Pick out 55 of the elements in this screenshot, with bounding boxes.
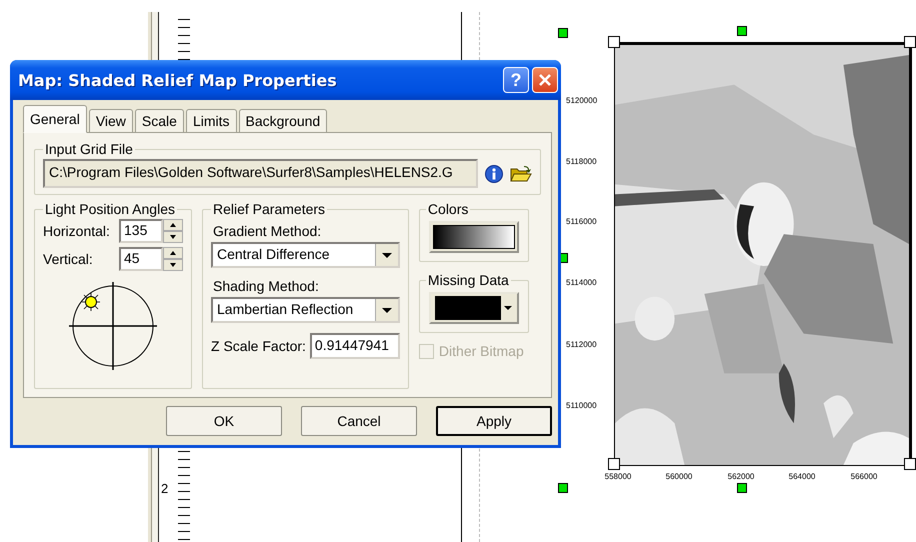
dialog-button[interactable]: Apply [436,406,552,436]
dropdown[interactable]: Lambertian Reflection [211,297,400,323]
group-label: Relief Parameters [212,201,326,217]
group-label: Missing Data [426,272,510,288]
field-label: Shading Method: [213,278,320,294]
group-label: Light Position Angles [44,201,176,217]
axis-label: 5118000 [566,157,597,167]
spin-buttons[interactable] [163,219,183,243]
close-button[interactable] [532,67,558,93]
corner-handle[interactable] [904,458,916,470]
tab[interactable]: Scale [134,109,184,132]
axis-label: 560000 [664,472,694,482]
axis-label: 5112000 [566,340,597,350]
number-field[interactable]: 135 [119,219,163,243]
ruler-label: 2 [161,482,168,495]
corner-handle[interactable] [904,36,916,48]
corner-handle[interactable] [608,36,620,48]
dialog-button[interactable]: OK [166,406,282,436]
tab[interactable]: View [88,109,133,132]
field-label: Horizontal: [43,223,110,239]
color-picker-button[interactable] [428,292,519,324]
axis-label: 5120000 [566,96,598,106]
dialog-button[interactable]: Cancel [301,406,417,436]
window-title: Map: Shaded Relief Map Properties [18,70,338,90]
field-label: Z Scale Factor: [211,338,306,354]
info-icon[interactable] [484,164,504,184]
axis-label: 558000 [604,472,632,482]
tab[interactable]: Limits [186,109,236,132]
selection-handle[interactable] [737,483,747,493]
folder-icon[interactable] [510,164,532,182]
axis-label: 5114000 [566,278,597,288]
axis-label: 566000 [850,472,878,482]
selection-handle[interactable] [558,483,568,493]
axis-label: 5110000 [566,401,597,411]
tab[interactable]: General [23,105,87,133]
caret-icon [502,304,513,312]
axis-label: 562000 [726,472,756,482]
number-field[interactable]: 45 [119,247,163,271]
corner-handle[interactable] [608,458,620,470]
selection-handle[interactable] [737,26,747,36]
tab[interactable]: Background [238,109,328,132]
group-label: Colors [426,201,470,217]
light-direction-drawing[interactable] [68,281,158,371]
close-icon [538,73,552,87]
spin-buttons[interactable] [163,247,183,271]
number-field[interactable]: 0.91447941 [310,333,400,359]
color-scale-button[interactable] [428,221,519,253]
dropdown[interactable]: Central Difference [211,242,400,268]
group-label: Input Grid File [44,141,134,157]
axis-label: 5116000 [566,217,597,227]
file-path-field[interactable]: C:\Program Files\Golden Software\Surfer8\Samples\HELENS2.G [43,159,478,188]
field-label: Vertical: [43,251,93,267]
selection-handle[interactable] [558,28,568,38]
axis-label: 564000 [788,472,816,482]
field-label: Gradient Method: [213,223,322,239]
